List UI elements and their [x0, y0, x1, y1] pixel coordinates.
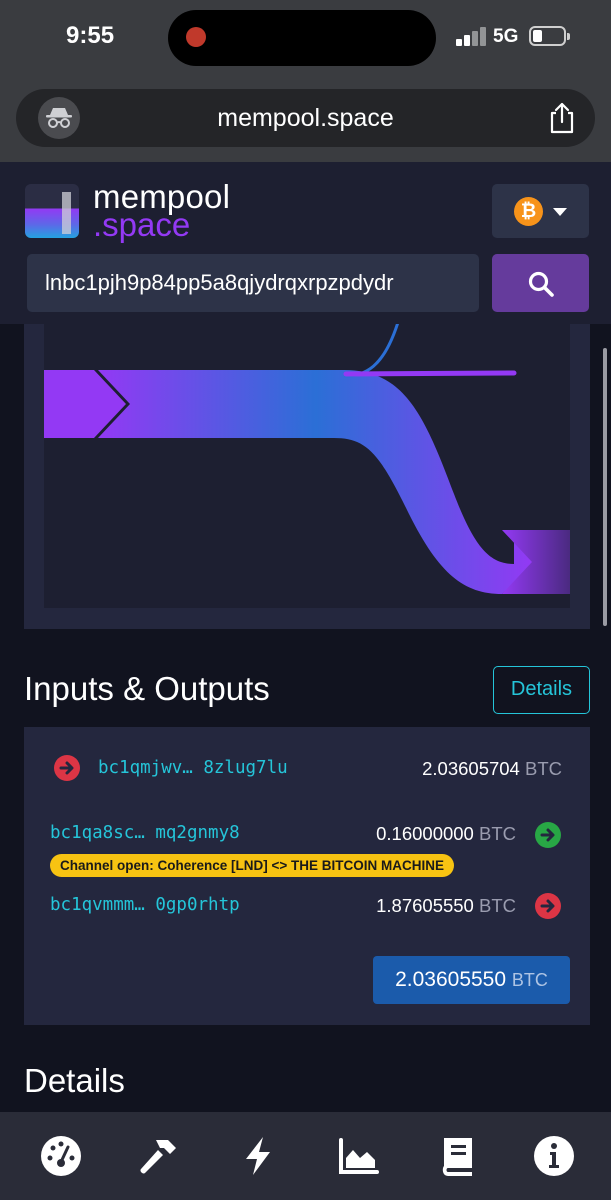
browser-toolbar: mempool.space — [0, 80, 611, 162]
output-address-link[interactable]: bc1qa8sc… mq2gnmy8 — [50, 823, 240, 843]
network-type: 5G — [493, 26, 519, 47]
output-amount-unit: BTC — [479, 895, 516, 916]
output-amount-value: 0.16000000 — [376, 823, 474, 844]
spent-output-arrow-icon[interactable] — [535, 822, 561, 848]
dynamic-island — [168, 10, 436, 66]
output-amount-value: 1.87605550 — [376, 895, 474, 916]
address-bar[interactable]: mempool.space — [16, 89, 595, 147]
input-amount: 2.03605704 BTC — [354, 758, 562, 780]
channel-output-flow — [343, 370, 517, 377]
mempool-logo-icon[interactable] — [25, 184, 79, 238]
total-amount-value: 2.03605550 — [395, 968, 507, 991]
status-time: 9:55 — [66, 22, 115, 49]
total-amount-badge: 2.03605550 BTC — [373, 956, 570, 1004]
bitcoin-icon: ₿ — [514, 197, 543, 226]
details-button[interactable]: Details — [493, 666, 590, 714]
output-amount: 0.16000000 BTC — [314, 823, 516, 845]
search-icon — [528, 271, 554, 297]
transaction-flow-card — [24, 324, 590, 629]
total-amount-unit: BTC — [511, 970, 548, 990]
input-amount-value: 2.03605704 — [422, 758, 520, 779]
battery-icon — [529, 26, 570, 46]
graphs-icon[interactable] — [336, 1134, 380, 1178]
details-section-title: Details — [24, 1062, 125, 1099]
network-selector-button[interactable]: ₿ — [492, 184, 589, 238]
output-amount-unit: BTC — [479, 823, 516, 844]
transaction-flow-diagram[interactable] — [44, 324, 570, 608]
screen: 9:55 5G mempool.space mempool .space ₿ l… — [0, 0, 611, 1200]
site-header: mempool .space ₿ lnbc1pjh9p84pp5a8qjydrq… — [0, 162, 611, 324]
chevron-down-icon — [553, 208, 567, 216]
share-icon[interactable] — [547, 101, 577, 140]
input-address-link[interactable]: bc1qmjwv… 8zlug7lu — [98, 758, 288, 778]
url-text[interactable]: mempool.space — [16, 89, 595, 147]
change-output-flow — [343, 324, 399, 378]
main-flow-band — [98, 370, 534, 594]
output-flow-arrow — [502, 530, 570, 594]
lightning-icon[interactable] — [236, 1134, 280, 1178]
inputs-outputs-title: Inputs & Outputs — [24, 670, 270, 707]
channel-open-tag[interactable]: Channel open: Coherence [LND] <> THE BIT… — [50, 854, 455, 877]
status-bar: 9:55 5G — [0, 0, 611, 80]
search-input[interactable]: lnbc1pjh9p84pp5a8qjydrqxrpzpdydr — [27, 254, 479, 312]
logo-text-space[interactable]: .space — [93, 206, 190, 244]
search-button[interactable] — [492, 254, 589, 312]
bottom-navigation — [0, 1112, 611, 1200]
scrollbar[interactable] — [603, 348, 607, 626]
hammer-icon[interactable] — [136, 1134, 180, 1178]
unspent-output-arrow-icon[interactable] — [535, 893, 561, 919]
docs-icon[interactable] — [436, 1134, 480, 1178]
output-amount: 1.87605550 BTC — [314, 895, 516, 917]
dashboard-icon[interactable] — [39, 1134, 83, 1178]
inputs-outputs-card: bc1qmjwv… 8zlug7lu 2.03605704 BTC bc1qa8… — [24, 727, 590, 1025]
signal-strength-icon — [456, 26, 488, 46]
info-icon[interactable] — [532, 1134, 576, 1178]
incognito-icon[interactable] — [38, 97, 80, 139]
input-arrow-icon[interactable] — [54, 755, 80, 781]
input-amount-unit: BTC — [525, 758, 562, 779]
recording-indicator-icon — [186, 27, 206, 47]
output-address-link[interactable]: bc1qvmmm… 0gp0rhtp — [50, 895, 240, 915]
